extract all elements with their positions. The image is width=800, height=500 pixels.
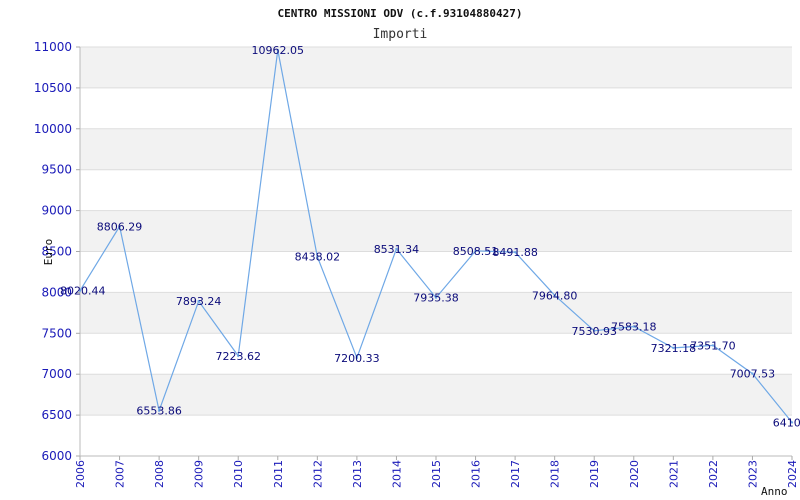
plot-band bbox=[80, 128, 792, 170]
y-tick-label: 7500 bbox=[41, 326, 72, 340]
x-tick-label: 2016 bbox=[470, 460, 483, 488]
y-axis-ticks: 6000650070007500800085009000950010000105… bbox=[34, 40, 80, 463]
data-label: 7200.33 bbox=[334, 352, 380, 365]
x-tick-label: 2006 bbox=[74, 460, 87, 488]
data-label: 7935.38 bbox=[413, 292, 459, 305]
data-label: 8491.88 bbox=[492, 246, 538, 259]
x-tick-label: 2020 bbox=[628, 460, 641, 488]
y-tick-label: 11000 bbox=[34, 40, 72, 54]
data-label: 8806.29 bbox=[97, 220, 143, 233]
plot-band bbox=[80, 87, 792, 129]
y-tick-label: 7000 bbox=[41, 367, 72, 381]
data-label: 7964.80 bbox=[532, 289, 578, 302]
y-tick-label: 6500 bbox=[41, 408, 72, 422]
x-tick-label: 2019 bbox=[588, 460, 601, 488]
y-tick-label: 10000 bbox=[34, 122, 72, 136]
data-label: 7007.53 bbox=[730, 368, 776, 381]
data-label: 6553.86 bbox=[136, 405, 182, 418]
x-tick-label: 2010 bbox=[232, 460, 245, 488]
x-tick-label: 2013 bbox=[351, 460, 364, 488]
x-tick-label: 2012 bbox=[311, 460, 324, 488]
y-tick-label: 9000 bbox=[41, 204, 72, 218]
y-axis-title: Euro bbox=[42, 239, 55, 266]
x-axis-title: Anno bbox=[761, 485, 788, 498]
y-tick-label: 9500 bbox=[41, 163, 72, 177]
plot-band bbox=[80, 210, 792, 252]
x-axis-ticks: 2006 2007 2008 2009 2010 2011 2012 2013 2014 2015… bbox=[74, 456, 799, 488]
x-tick-label: 2021 bbox=[667, 460, 680, 488]
data-label: 7351.70 bbox=[690, 339, 736, 352]
data-label: 7893.24 bbox=[176, 295, 222, 308]
data-label: 10962.05 bbox=[252, 44, 305, 57]
x-tick-label: 2007 bbox=[114, 460, 127, 488]
plot-band bbox=[80, 374, 792, 416]
data-label: 6410.7 bbox=[773, 416, 800, 429]
plot-band bbox=[80, 47, 792, 88]
x-tick-label: 2018 bbox=[549, 460, 562, 488]
x-tick-label: 2009 bbox=[193, 460, 206, 488]
x-tick-label: 2022 bbox=[707, 460, 720, 488]
y-tick-label: 6000 bbox=[41, 449, 72, 463]
plot-band bbox=[80, 251, 792, 293]
line-chart: 6000650070007500800085009000950010000105… bbox=[34, 7, 800, 498]
y-tick-label: 10500 bbox=[34, 81, 72, 95]
x-tick-label: 2011 bbox=[272, 460, 285, 488]
x-tick-label: 2024 bbox=[786, 460, 799, 488]
data-label: 8531.34 bbox=[374, 243, 420, 256]
plot-band bbox=[80, 415, 792, 456]
chart-title: CENTRO MISSIONI ODV (c.f.93104880427) bbox=[277, 7, 522, 20]
x-tick-label: 2008 bbox=[153, 460, 166, 488]
plot-band bbox=[80, 169, 792, 211]
chart-subtitle: Importi bbox=[373, 27, 428, 42]
data-label: 7583.18 bbox=[611, 321, 657, 334]
x-tick-label: 2014 bbox=[390, 460, 403, 488]
data-label: 8020.44 bbox=[60, 285, 106, 298]
x-tick-label: 2015 bbox=[430, 460, 443, 488]
x-tick-label: 2023 bbox=[746, 460, 759, 488]
x-tick-label: 2017 bbox=[509, 460, 522, 488]
data-label: 8438.02 bbox=[295, 251, 341, 264]
data-label: 7223.62 bbox=[215, 350, 261, 363]
